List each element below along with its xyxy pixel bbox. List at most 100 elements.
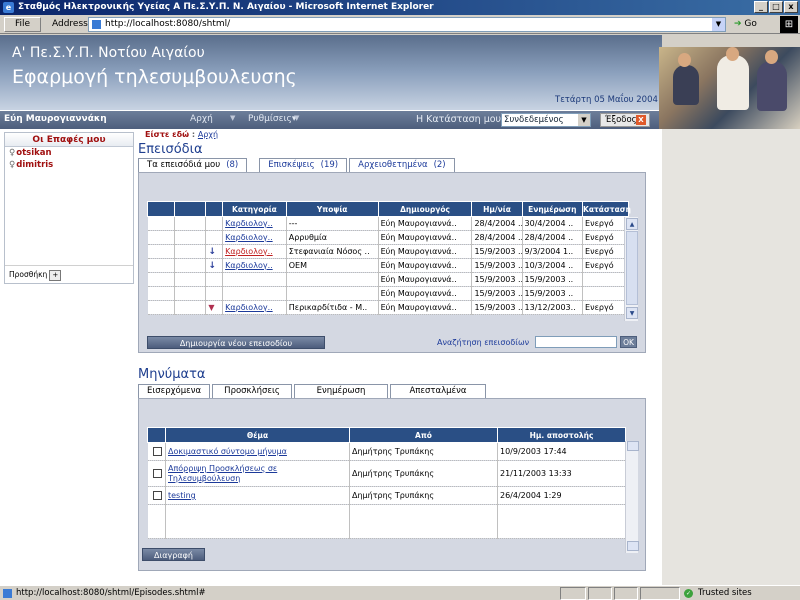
table-row[interactable]: ↓ Καρδιολογ.. OEM Εύη Μαυρογιαννά.. 15/9… (147, 258, 629, 273)
address-bar[interactable]: http://localhost:8080/shtml/ ▼ (88, 17, 726, 32)
tab-updates[interactable]: Ενημέρωση (294, 384, 388, 398)
cell (174, 244, 207, 259)
cell (147, 504, 166, 539)
flag-icon: ▼ (208, 303, 215, 312)
file-menu[interactable]: File (4, 17, 42, 32)
category-link[interactable]: Καρδιολογ.. (222, 258, 287, 273)
col-header[interactable]: Ημ. αποστολής (497, 427, 626, 443)
search-ok-button[interactable]: OK (620, 336, 637, 348)
subject-link[interactable]: Απόρριψη Προσκλήσεως σε Τηλεσυμβούλευση (165, 460, 350, 487)
delete-button[interactable]: Διαγραφή (142, 548, 205, 561)
tab-count: (19) (320, 160, 339, 170)
contact-item[interactable]: ♀otsikan (5, 147, 133, 159)
status-cell: Ενεργό (582, 300, 629, 315)
update-cell: 30/4/2004 .. (522, 216, 584, 231)
check-icon: ✓ (684, 589, 693, 598)
cell (147, 486, 166, 505)
col-header[interactable]: Θέμα (165, 427, 350, 443)
suspicion-cell: Στεφανιαία Νόσος .. (286, 244, 379, 259)
subject-link[interactable]: Δοκιμαστικό σύντομο μήνυμα (165, 442, 350, 461)
lightbulb-icon: ♀ (9, 160, 16, 170)
status-cell (614, 587, 638, 600)
chevron-down-icon[interactable]: ▼ (712, 18, 725, 31)
tab-invitations[interactable]: Προσκλήσεις (212, 384, 292, 398)
col-header[interactable]: Ημ/νία (471, 201, 523, 217)
col-header[interactable]: Κατηγορία (222, 201, 287, 217)
col-blank (205, 201, 224, 217)
tab-my-episodes[interactable]: Τα επεισόδιά μου (8) (138, 158, 248, 172)
select-checkbox[interactable] (152, 491, 162, 500)
col-header[interactable]: Κατάσταση (582, 201, 631, 217)
app-title: Εφαρμογή τηλεσυμβουλευσης (12, 66, 297, 88)
page-scroll-track[interactable] (662, 129, 800, 585)
tab-sent[interactable]: Απεσταλμένα (390, 384, 486, 398)
update-cell: 15/9/2003 .. (522, 272, 584, 287)
table-row[interactable]: Απόρριψη Προσκλήσεως σε Τηλεσυμβούλευση Δ… (147, 460, 626, 487)
category-cell (222, 286, 287, 301)
table-row[interactable]: Καρδιολογ.. --- Εύη Μαυρογιαννά.. 28/4/2… (147, 216, 629, 231)
search-episodes-input[interactable] (535, 336, 617, 348)
status-cell (560, 587, 586, 600)
photo-figure (678, 53, 691, 67)
subject-link[interactable]: testing (165, 486, 350, 505)
table-header: Θέμα Από Ημ. αποστολής (147, 427, 626, 443)
contact-item[interactable]: ♀dimitris (5, 159, 133, 171)
status-select[interactable]: Συνδεδεμένος ▼ (501, 113, 591, 127)
table-row[interactable]: Δοκιμαστικό σύντομο μήνυμα Δημήτρης Τρυπ… (147, 442, 626, 461)
nav-home[interactable]: Αρχή (190, 114, 213, 124)
creator-cell: Εύη Μαυρογιαννά.. (378, 272, 473, 287)
col-header[interactable]: Ενημέρωση (521, 201, 584, 217)
lightbulb-icon: ♀ (9, 148, 16, 158)
messages-scrollbar[interactable] (625, 441, 639, 553)
chevron-down-icon[interactable]: ▼ (578, 114, 590, 126)
arrow-down-icon: ↓ (208, 260, 216, 271)
scroll-down-icon[interactable] (627, 541, 639, 551)
tab-visits[interactable]: Επισκέψεις (19) (259, 158, 348, 172)
close-button[interactable]: x (784, 1, 798, 13)
category-link[interactable]: Καρδιολογ.. (222, 244, 287, 259)
messages-table: Θέμα Από Ημ. αποστολής Δοκιμαστικό σύντο… (147, 427, 626, 539)
photo-figure (757, 61, 787, 111)
tab-label: Επισκέψεις (268, 160, 315, 170)
date-cell: 28/4/2004 .. (471, 230, 523, 245)
scroll-up-icon[interactable] (627, 441, 639, 451)
table-row[interactable]: testing Δημήτρης Τρυπάκης 26/4/2004 1:29 (147, 486, 626, 505)
scroll-down-icon[interactable]: ▼ (626, 307, 638, 319)
table-row[interactable]: Εύη Μαυρογιαννά.. 15/9/2003 .. 15/9/2003… (147, 272, 629, 287)
col-header[interactable]: Δημιουργός (377, 201, 473, 217)
cell (147, 286, 176, 301)
episodes-panel: Κατηγορία Υποψία Δημιουργός Ημ/νία Ενημέ… (138, 172, 646, 353)
add-contact-button[interactable]: Προσθήκη + (5, 265, 133, 283)
table-row[interactable]: ↓ Καρδιολογ.. Στεφανιαία Νόσος .. Εύη Μα… (147, 244, 629, 259)
select-checkbox[interactable] (152, 447, 162, 456)
category-link[interactable]: Καρδιολογ.. (222, 300, 287, 315)
episodes-scrollbar[interactable]: ▲ ▼ (624, 217, 638, 321)
cell (205, 286, 224, 301)
col-header[interactable]: Από (349, 427, 498, 443)
scroll-up-icon[interactable]: ▲ (626, 218, 638, 230)
breadcrumb: Είστε εδώ : Αρχή (145, 130, 219, 139)
tab-inbox[interactable]: Εισερχόμενα (138, 384, 210, 398)
select-checkbox[interactable] (152, 469, 162, 478)
maximize-button[interactable]: □ (769, 1, 783, 13)
tab-archived[interactable]: Αρχειοθετημένα (2) (349, 158, 455, 172)
cell (147, 230, 176, 245)
address-label: Address (52, 19, 88, 29)
update-cell: 10/3/2004 .. (522, 258, 584, 273)
scroll-thumb[interactable] (626, 231, 638, 305)
cell (205, 272, 224, 287)
exit-button[interactable]: Έξοδος X (600, 113, 650, 127)
table-row[interactable]: ▼ Καρδιολογ.. Περικαρδίτιδα - Μ.. Εύη Μα… (147, 300, 629, 315)
category-link[interactable]: Καρδιολογ.. (222, 216, 287, 231)
go-button[interactable]: ➔ Go (734, 17, 757, 32)
table-row[interactable]: Εύη Μαυρογιαννά.. 15/9/2003 .. 15/9/2003… (147, 286, 629, 301)
col-header[interactable]: Υποψία (285, 201, 379, 217)
nav-settings[interactable]: Ρυθμίσεις▾ (248, 114, 296, 124)
new-episode-button[interactable]: Δημιουργία νέου επεισοδίου (147, 336, 325, 349)
suspicion-cell: --- (286, 216, 379, 231)
breadcrumb-home[interactable]: Αρχή (198, 130, 218, 139)
category-link[interactable]: Καρδιολογ.. (222, 230, 287, 245)
table-row[interactable]: Καρδιολογ.. Αρρυθμία Εύη Μαυρογιαννά.. 2… (147, 230, 629, 245)
minimize-button[interactable]: _ (754, 1, 768, 13)
browser-window: e Σταθμός Ηλεκτρονικής Υγείας Α Πε.Σ.Υ.Π… (0, 0, 800, 600)
